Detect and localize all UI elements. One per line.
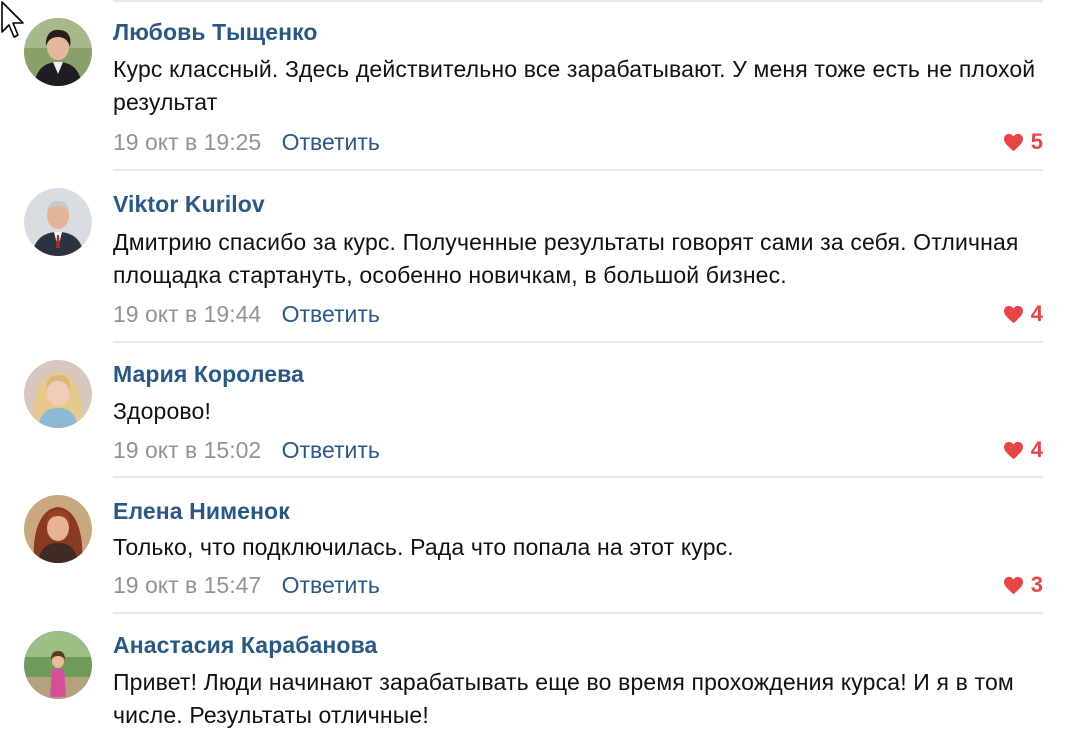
comment-author[interactable]: Елена Нименок [113, 498, 290, 525]
like-count: 4 [1030, 437, 1043, 462]
divider [113, 341, 1043, 343]
avatar[interactable] [24, 631, 92, 699]
comment-author[interactable]: Viktor Kurilov [113, 191, 265, 218]
mouse-pointer-icon [0, 0, 26, 40]
comment-date[interactable]: 19 окт в 15:02 [113, 437, 261, 463]
comment-date[interactable]: 19 окт в 19:25 [113, 129, 261, 155]
comment-meta: 19 окт в 15:47 Ответить [113, 572, 380, 599]
reply-button[interactable]: Ответить [282, 129, 380, 155]
heart-icon [1003, 576, 1023, 594]
avatar[interactable] [24, 188, 92, 256]
like-count: 3 [1030, 572, 1043, 597]
comment-date[interactable]: 19 окт в 15:47 [113, 572, 261, 598]
comment-meta: 19 окт в 19:44 Ответить [113, 301, 380, 328]
comment-author[interactable]: Анастасия Карабанова [113, 632, 377, 659]
reply-button[interactable]: Ответить [282, 301, 380, 327]
heart-icon [1003, 133, 1023, 151]
like-count: 4 [1030, 301, 1043, 326]
comment-text: Здорово! [113, 398, 212, 424]
comment-text: Дмитрию спасибо за курс. Полученные резу… [113, 229, 1019, 288]
like-button[interactable]: 5 [1003, 129, 1043, 155]
heart-icon [1003, 305, 1023, 323]
like-button[interactable]: 4 [1003, 301, 1043, 327]
comment-text: Привет! Люди начинают зарабатывать еще в… [113, 669, 1014, 728]
divider [113, 612, 1043, 614]
like-button[interactable]: 4 [1003, 437, 1043, 463]
like-count: 5 [1030, 129, 1043, 154]
avatar[interactable] [24, 360, 92, 428]
avatar[interactable] [24, 18, 92, 86]
reply-button[interactable]: Ответить [282, 437, 380, 463]
like-button[interactable]: 3 [1003, 572, 1043, 598]
divider [113, 476, 1043, 478]
comment-author[interactable]: Любовь Тыщенко [113, 19, 318, 46]
heart-icon [1003, 441, 1023, 459]
comment-meta: 19 окт в 15:02 Ответить [113, 437, 380, 464]
avatar[interactable] [24, 495, 92, 563]
reply-button[interactable]: Ответить [282, 572, 380, 598]
comment-meta: 19 окт в 19:25 Ответить [113, 129, 380, 156]
comment-date[interactable]: 19 окт в 19:44 [113, 301, 261, 327]
comment-text: Только, что подключилась. Рада что попал… [113, 534, 734, 560]
divider [113, 169, 1043, 171]
comment-text: Курс классный. Здесь действительно все з… [113, 56, 1036, 115]
comment-author[interactable]: Мария Королева [113, 361, 304, 388]
divider [113, 0, 1043, 2]
